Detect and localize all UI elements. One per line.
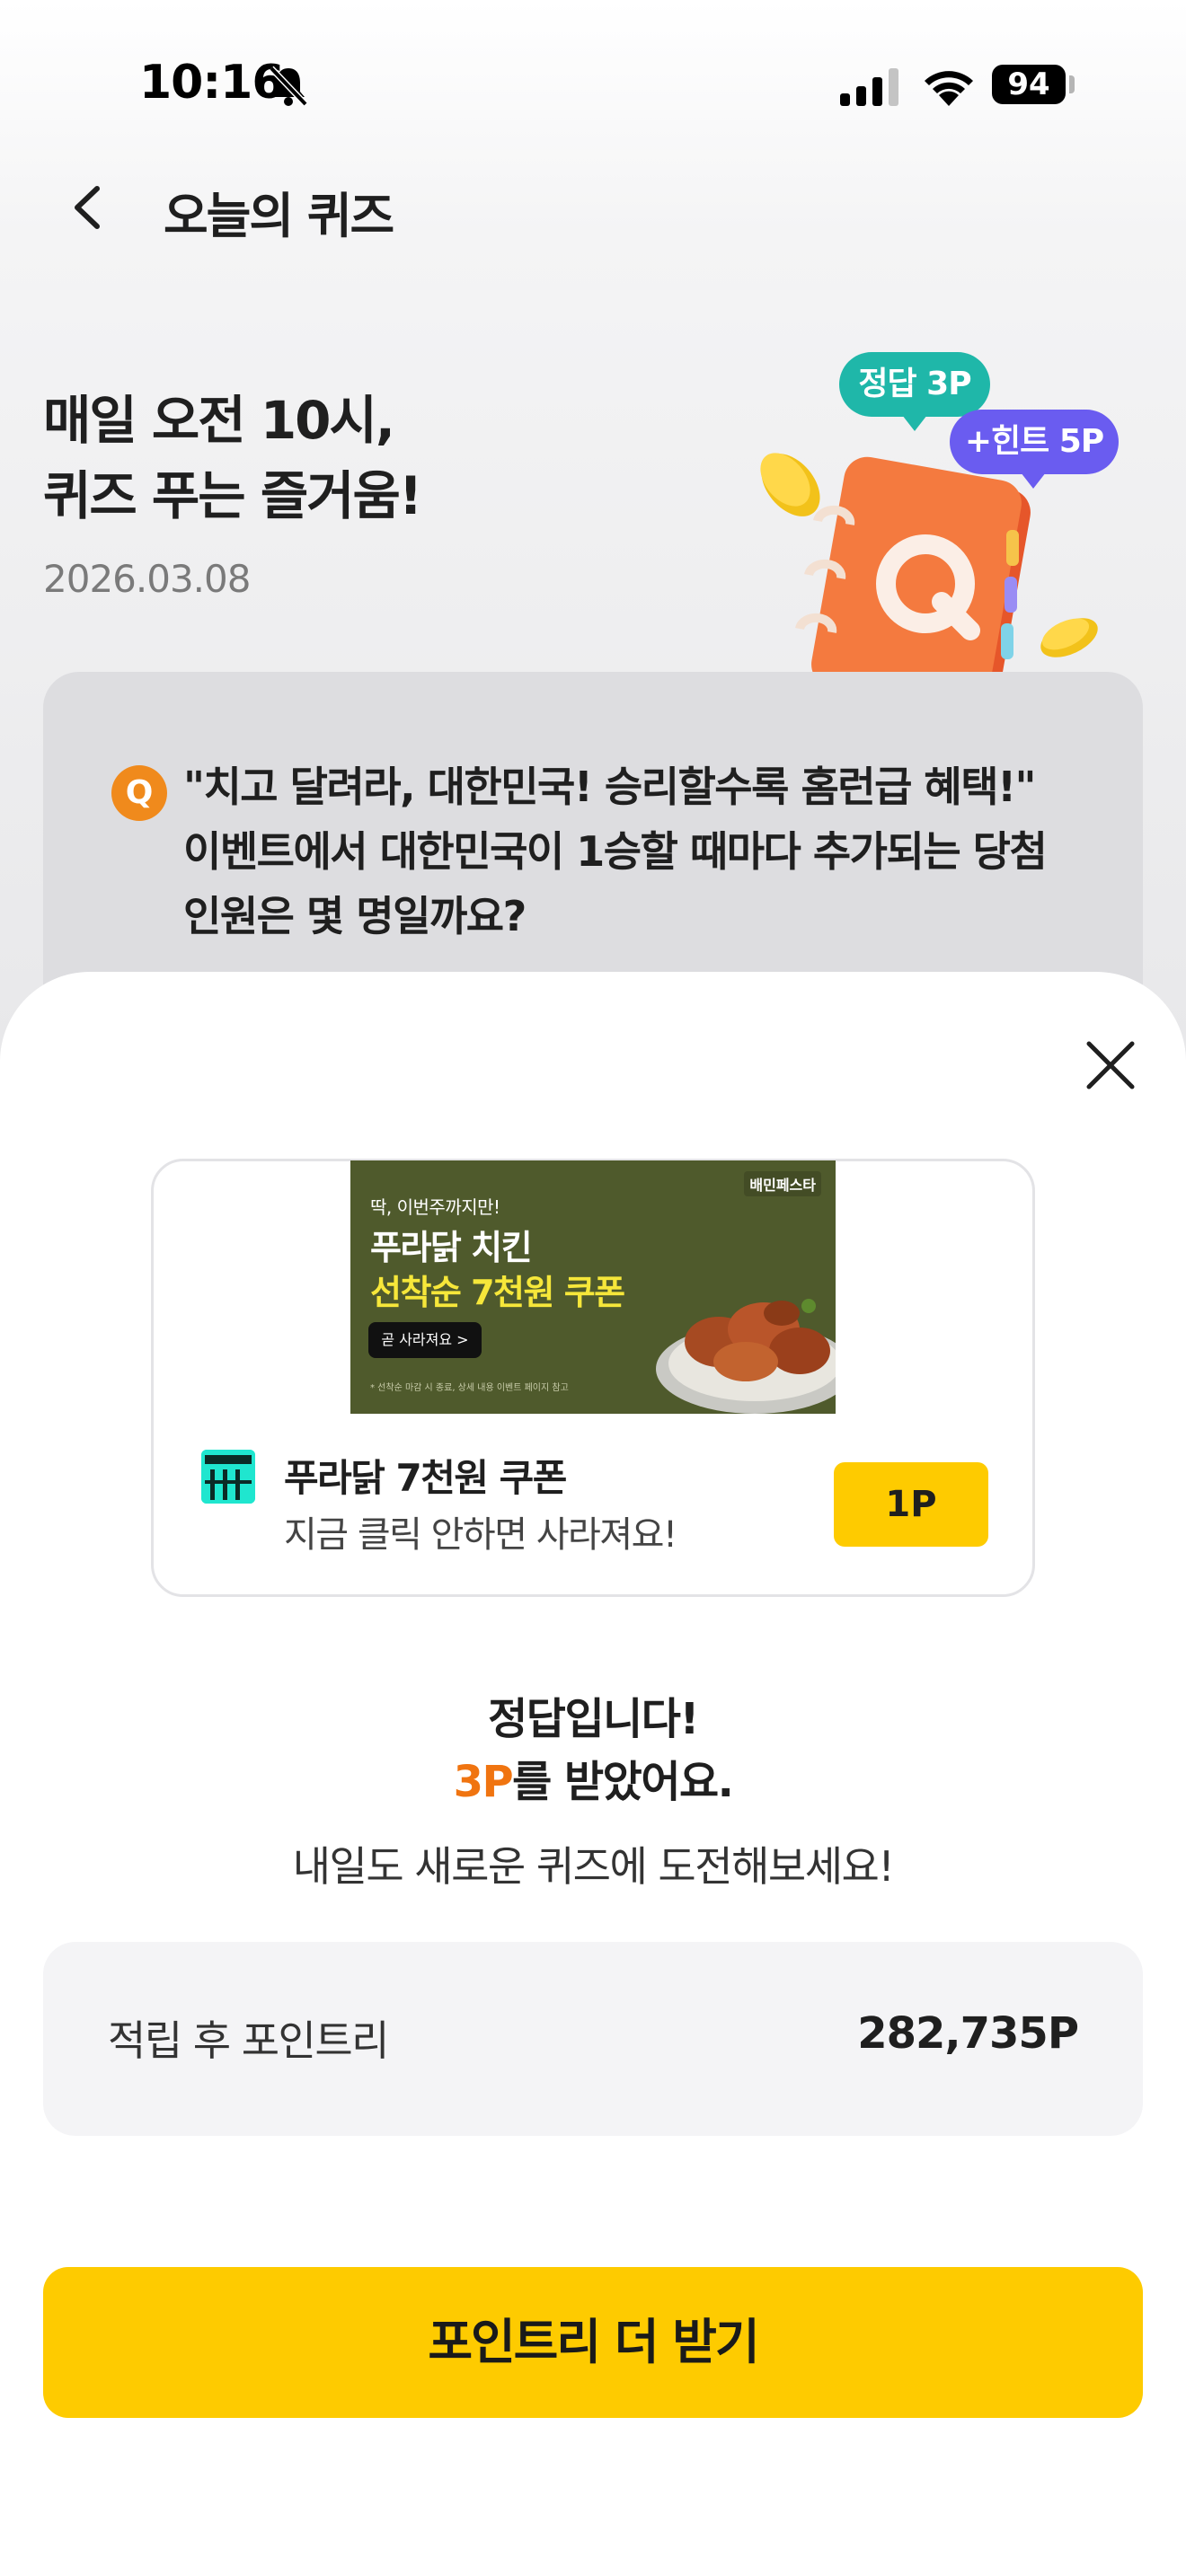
- ad-banner[interactable]: 배민페스타 딱, 이번주까지만! 푸라닭 치킨 선착순 7천원 쿠폰 곧 사라져…: [350, 1160, 836, 1414]
- hint-points-badge: +힌트 5P: [950, 410, 1119, 474]
- question-badge: Q: [111, 765, 167, 821]
- points-value: 282,735P: [857, 2008, 1079, 2059]
- question-text: "치고 달려라, 대한민국! 승리할수록 홈런급 혜택!" 이벤트에서 대한민국…: [183, 763, 1048, 940]
- earned-points: 3P: [453, 1757, 514, 1807]
- answer-points-badge: 정답 3P: [839, 352, 990, 417]
- status-time: 10:16: [139, 56, 285, 110]
- close-icon[interactable]: [1078, 1033, 1143, 1098]
- answer-badge-tail: [902, 415, 927, 431]
- quiz-date: 2026.03.08: [43, 557, 251, 601]
- page-title: 오늘의 퀴즈: [164, 188, 394, 244]
- brand-logo-icon: [201, 1450, 255, 1504]
- battery-indicator: 94: [992, 65, 1066, 104]
- ad-title[interactable]: 푸라닭 7천원 쿠폰: [284, 1448, 567, 1503]
- banner-subtitle: 딱, 이번주까지만!: [370, 1196, 500, 1218]
- ad-description: 지금 클릭 안하면 사라져요!: [284, 1514, 677, 1556]
- points-label: 적립 후 포인트리: [108, 2016, 389, 2065]
- hero-title: 매일 오전 10시, 퀴즈 푸는 즐거움!: [43, 390, 422, 526]
- hint-badge-tail: [1021, 472, 1046, 489]
- result-message: 정답입니다!: [488, 1694, 699, 1744]
- status-bar: 10:16 94: [0, 0, 1186, 171]
- banner-headline: 푸라닭 치킨: [370, 1228, 533, 1267]
- ad-reward-button[interactable]: 1P: [834, 1462, 988, 1547]
- banner-offer: 선착순 7천원 쿠폰: [370, 1273, 625, 1312]
- battery-tip: [1069, 75, 1075, 93]
- chicken-plate-image: [656, 1299, 836, 1414]
- get-more-points-button[interactable]: 포인트리 더 받기: [43, 2267, 1143, 2418]
- earned-points-suffix: 를 받았어요.: [512, 1757, 734, 1807]
- wifi-icon: [925, 71, 973, 106]
- banner-disclaimer: * 선착순 마감 시 종료, 상세 내용 이벤트 페이지 참고: [370, 1383, 569, 1393]
- banner-cta-button[interactable]: 곧 사라져요 >: [368, 1322, 482, 1358]
- result-encouragement: 내일도 새로운 퀴즈에 도전해보세요!: [292, 1842, 895, 1891]
- back-arrow-icon[interactable]: [59, 176, 113, 239]
- cellular-signal-icon: [840, 68, 898, 106]
- banner-logo: 배민페스타: [744, 1171, 821, 1196]
- result-points-message: 3P를 받았어요.: [0, 1746, 1186, 1809]
- bell-off-icon: [269, 66, 308, 107]
